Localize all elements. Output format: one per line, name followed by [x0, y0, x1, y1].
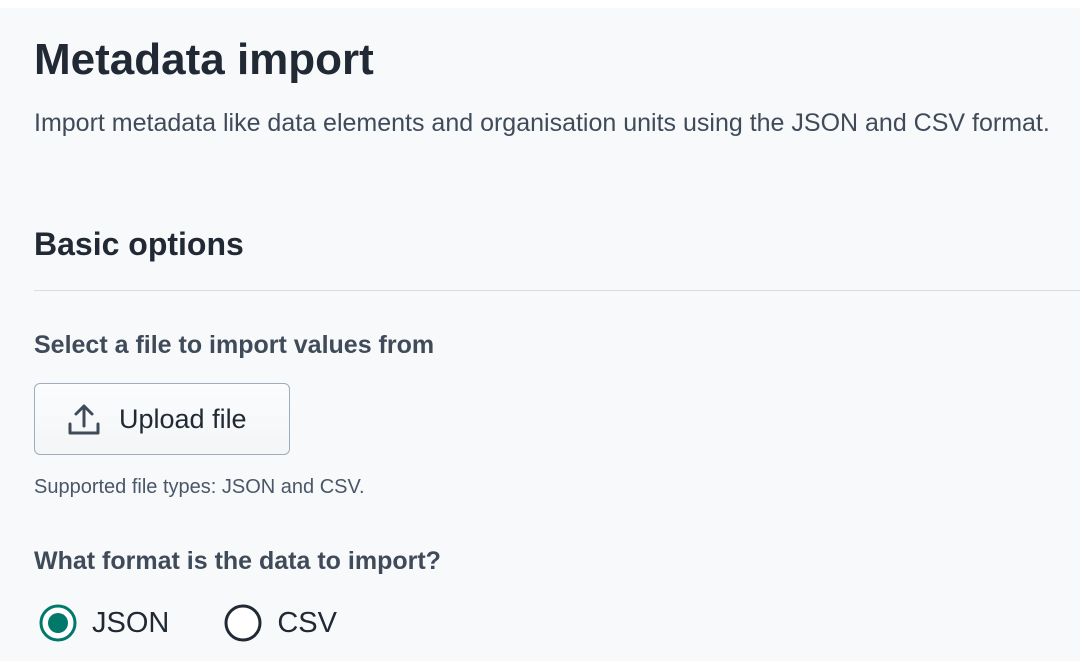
page-title: Metadata import	[34, 35, 374, 84]
format-field-label: What format is the data to import?	[34, 547, 441, 575]
page-description: Import metadata like data elements and o…	[34, 109, 1050, 137]
radio-option-json[interactable]: JSON	[38, 603, 169, 643]
section-divider	[34, 290, 1080, 291]
supported-file-types-help: Supported file types: JSON and CSV.	[34, 476, 365, 498]
upload-file-label: Upload file	[119, 403, 247, 434]
upload-file-button[interactable]: Upload file	[34, 383, 290, 455]
section-title: Basic options	[34, 226, 244, 262]
radio-label-csv: CSV	[277, 606, 337, 639]
radio-label-json: JSON	[92, 606, 170, 639]
file-field-label: Select a file to import values from	[34, 331, 435, 359]
radio-option-csv[interactable]: CSV	[223, 603, 337, 643]
radio-unchecked-icon	[223, 603, 263, 643]
radio-checked-icon	[38, 603, 78, 643]
format-radio-group: JSON CSV	[38, 600, 337, 646]
upload-icon	[65, 400, 103, 438]
